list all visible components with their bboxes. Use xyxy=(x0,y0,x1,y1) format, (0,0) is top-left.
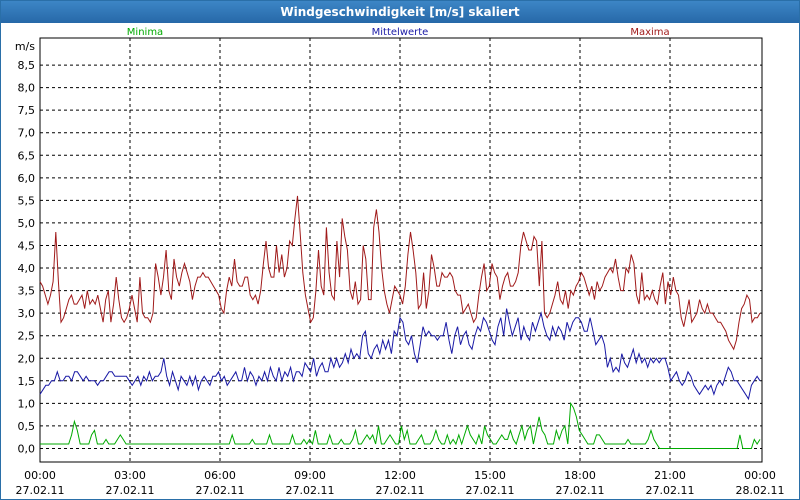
legend: Minima Mittelwerte Maxima xyxy=(127,27,670,38)
x-tick-time: 09:00 xyxy=(294,469,326,482)
x-tick-time: 00:00 xyxy=(744,469,776,482)
x-tick-date: 28.02.11 xyxy=(736,484,785,497)
x-tick-date: 27.02.11 xyxy=(466,484,515,497)
y-tick-label: 1,0 xyxy=(18,397,36,410)
x-tick-date: 27.02.11 xyxy=(646,484,695,497)
y-tick-label: 3,0 xyxy=(18,307,36,320)
y-tick-label: 6,5 xyxy=(18,149,36,162)
y-tick-label: 2,5 xyxy=(18,330,36,343)
y-tick-label: 8,5 xyxy=(18,59,36,72)
x-tick-date: 27.02.11 xyxy=(196,484,245,497)
y-tick-label: 6,0 xyxy=(18,172,36,185)
x-tick-time: 15:00 xyxy=(474,469,506,482)
y-tick-label: 1,5 xyxy=(18,375,36,388)
legend-mittelwerte: Mittelwerte xyxy=(372,27,429,38)
legend-maxima: Maxima xyxy=(630,27,669,38)
y-tick-label: 7,0 xyxy=(18,127,36,140)
x-tick-time: 12:00 xyxy=(384,469,416,482)
x-tick-date: 27.02.11 xyxy=(556,484,605,497)
y-axis-ticks: 0,0 0,5 1,0 1,5 2,0 2,5 3,0 3,5 4,0 4,5 5,0 5,5 6,0 6… xyxy=(18,59,36,455)
x-tick-time: 06:00 xyxy=(204,469,236,482)
y-tick-label: 4,0 xyxy=(18,262,36,275)
y-axis-label: m/s xyxy=(15,40,35,53)
x-tick-date: 27.02.11 xyxy=(16,484,65,497)
y-tick-label: 0,0 xyxy=(18,442,36,455)
y-tick-label: 2,0 xyxy=(18,352,36,365)
y-tick-label: 5,0 xyxy=(18,217,36,230)
y-tick-label: 5,5 xyxy=(18,194,36,207)
y-tick-label: 7,5 xyxy=(18,104,36,117)
x-tick-time: 03:00 xyxy=(114,469,146,482)
x-tick-date: 27.02.11 xyxy=(376,484,425,497)
x-tick-time: 00:00 xyxy=(24,469,56,482)
x-axis-ticks: 00:00 27.02.11 03:00 27.02.11 06:00 27.02.11 0… xyxy=(16,469,785,497)
wind-speed-chart: 0,0 0,5 1,0 1,5 2,0 2,5 3,0 3,5 4,0 4,5 5,0 5,5 6,0 6… xyxy=(15,27,785,497)
grid xyxy=(40,38,762,462)
x-tick-date: 27.02.11 xyxy=(286,484,335,497)
x-tick-time: 18:00 xyxy=(564,469,596,482)
x-tick-time: 21:00 xyxy=(654,469,686,482)
legend-minima: Minima xyxy=(127,27,163,38)
y-tick-label: 8,0 xyxy=(18,82,36,95)
y-tick-label: 0,5 xyxy=(18,420,36,433)
x-tick-date: 27.02.11 xyxy=(106,484,155,497)
y-tick-label: 4,5 xyxy=(18,239,36,252)
y-tick-label: 3,5 xyxy=(18,285,36,298)
plot-area-border xyxy=(39,37,763,463)
